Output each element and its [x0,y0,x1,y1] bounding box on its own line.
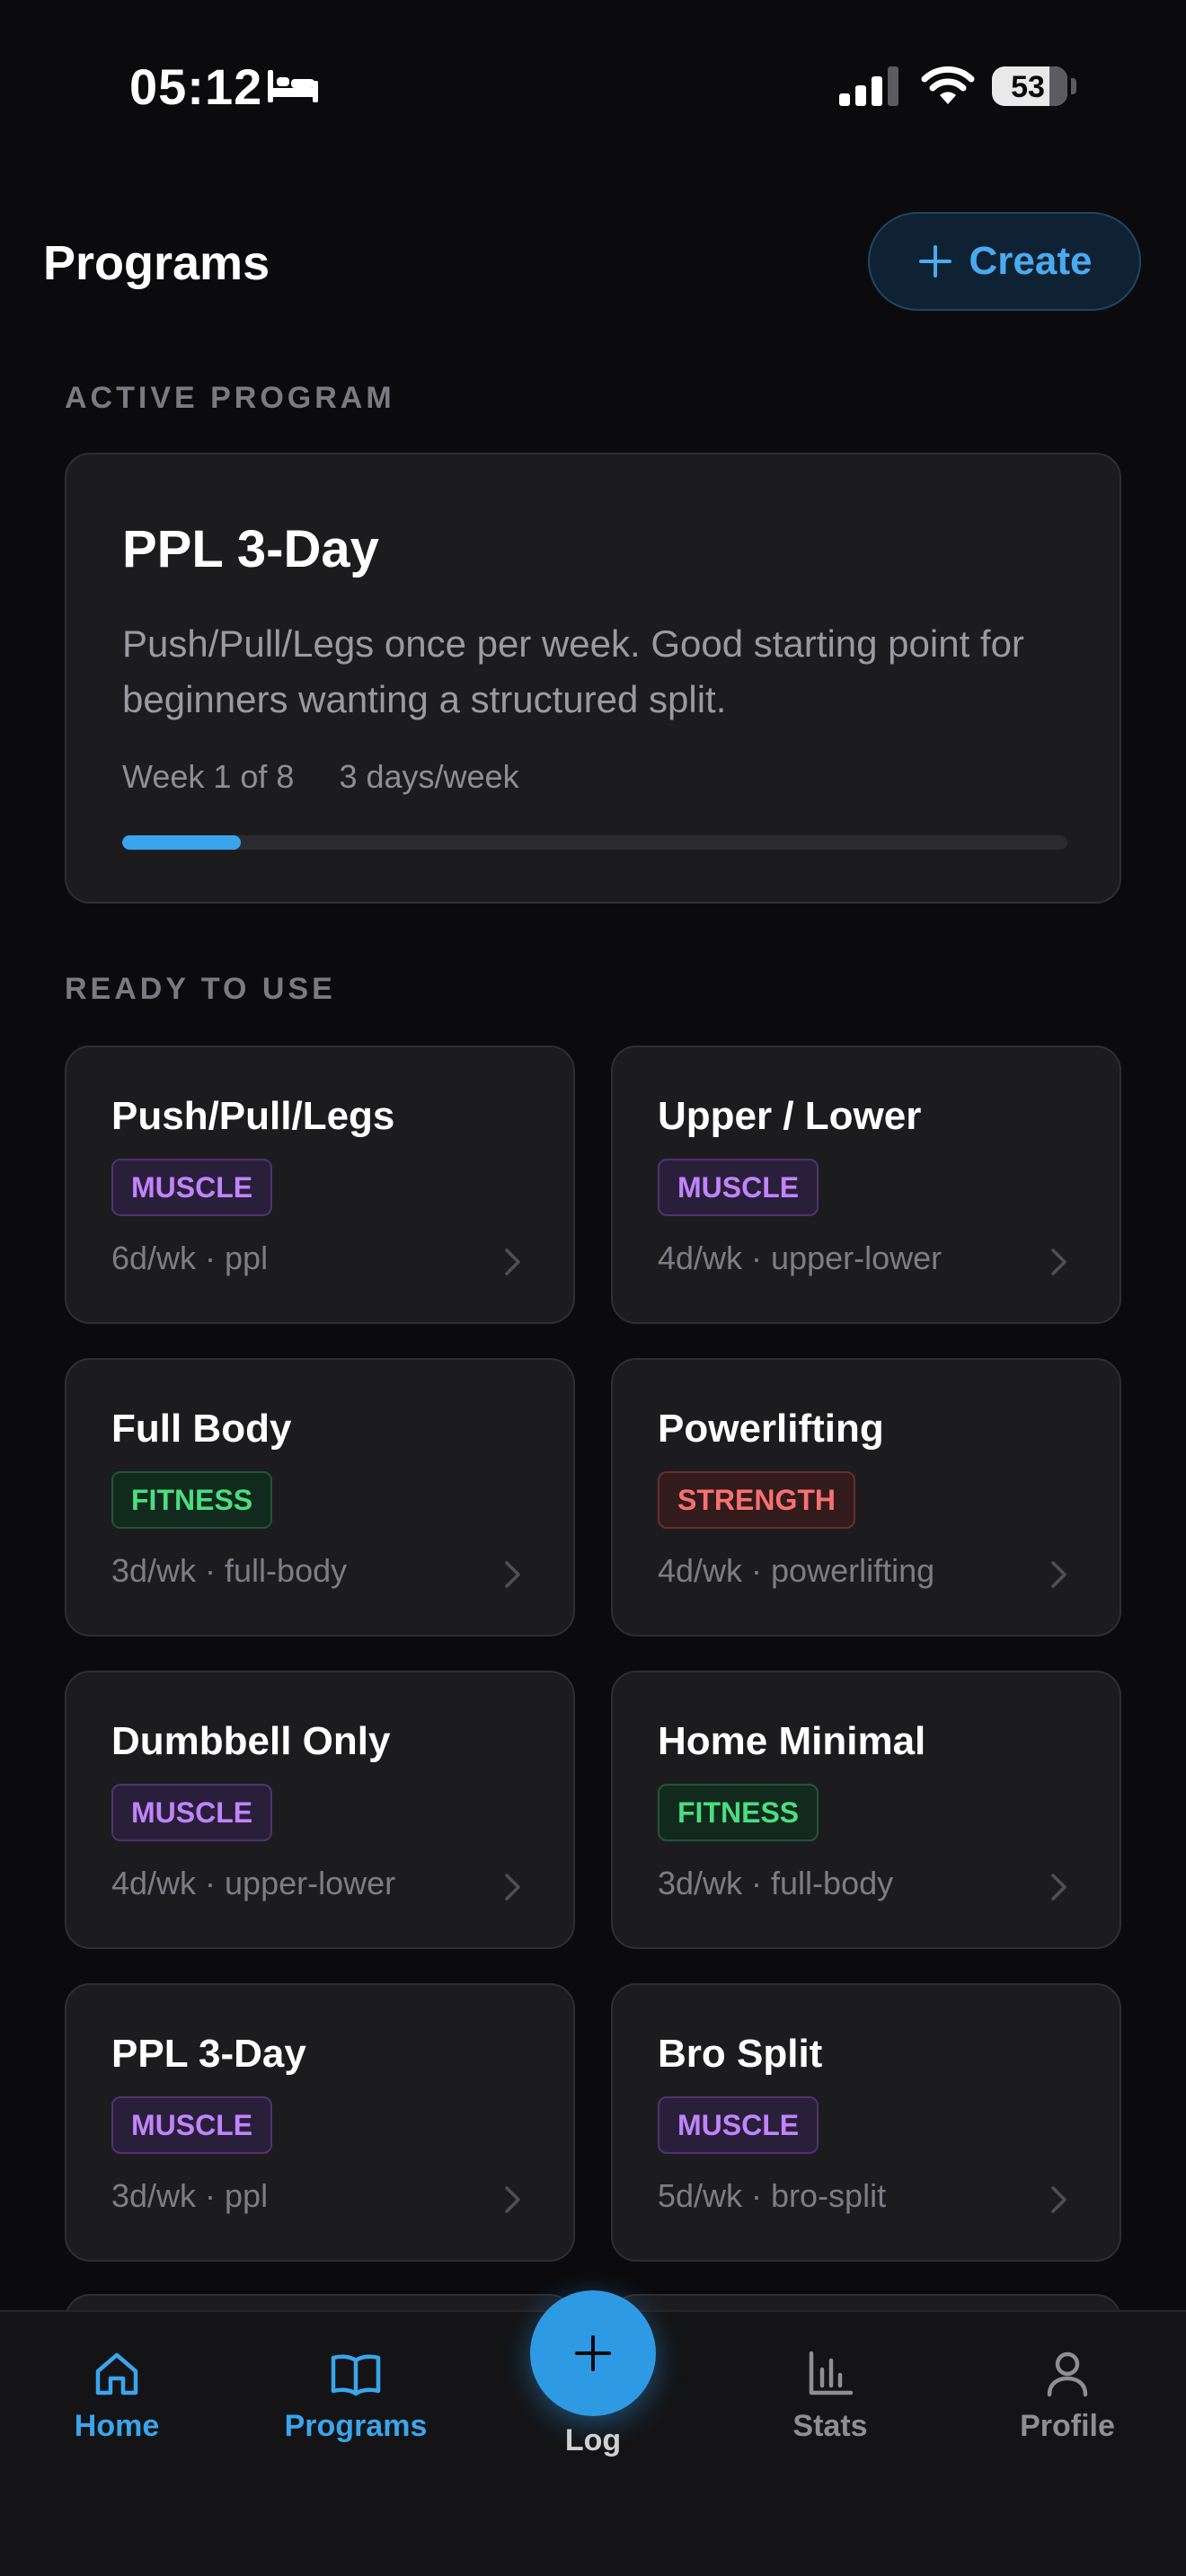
program-category-badge: STRENGTH [658,1471,855,1529]
chevron-right-icon [505,1874,520,1901]
program-card[interactable]: Dumbbell Only MUSCLE 4d/wk · upper-lower [65,1671,575,1949]
program-card[interactable]: Upper / Lower MUSCLE 4d/wk · upper-lower [611,1045,1121,1324]
battery-icon: 53 [992,66,1076,106]
chevron-right-icon [1051,1561,1067,1588]
battery-level: 53 [1011,70,1045,104]
program-meta: 4d/wk · upper-lower [111,1865,396,1901]
tab-profile-label: Profile [1020,2409,1115,2443]
program-category-badge: MUSCLE [111,1784,273,1841]
program-meta: 6d/wk · ppl [111,1239,269,1276]
chevron-right-icon [505,1248,520,1275]
create-program-button[interactable]: Create [868,212,1141,311]
chevron-right-icon [505,2186,520,2213]
program-category-badge: FITNESS [111,1471,273,1529]
program-meta: 3d/wk · full-body [658,1865,894,1901]
home-icon [95,2352,138,2395]
active-program-meta: Week 1 of 8 3 days/week [122,758,519,796]
wifi-icon [921,66,975,104]
program-name: Home Minimal [658,1719,926,1763]
status-bar: 05:12 53 [0,0,1186,171]
program-card[interactable]: Bro Split MUSCLE 5d/wk · bro-split [611,1983,1121,2262]
program-category-badge: MUSCLE [658,2096,819,2154]
active-program-title: PPL 3-Day [122,520,379,578]
program-card[interactable]: Powerlifting STRENGTH 4d/wk · powerlifti… [611,1358,1121,1636]
program-category-badge: MUSCLE [111,2096,273,2154]
program-meta: 3d/wk · full-body [111,1552,348,1589]
program-progress-fill [122,835,241,850]
tab-stats[interactable]: Stats [731,2348,929,2456]
program-card[interactable]: Full Body FITNESS 3d/wk · full-body [65,1358,575,1636]
active-program-description: Push/Pull/Legs once per week. Good start… [122,622,1024,720]
cellular-signal-icon [839,66,898,106]
active-program-frequency: 3 days/week [339,758,519,795]
program-category-badge: MUSCLE [658,1159,819,1216]
program-category-badge: FITNESS [658,1784,819,1841]
bar-chart-icon [809,2351,854,2395]
create-button-label: Create [969,239,1093,283]
tab-home-label: Home [74,2409,160,2443]
active-program-week: Week 1 of 8 [122,758,295,795]
program-card[interactable]: Push/Pull/Legs MUSCLE 6d/wk · ppl [65,1045,575,1324]
program-name: PPL 3-Day [111,2032,306,2076]
page-title: Programs [43,236,270,290]
tab-log-label: Log [564,2423,622,2457]
program-meta: 3d/wk · ppl [111,2177,269,2214]
program-progress-bar [122,835,1067,850]
plus-icon [575,2335,611,2371]
user-icon [1047,2351,1088,2397]
program-meta: 4d/wk · upper-lower [658,1239,943,1276]
chevron-right-icon [1051,2186,1067,2213]
program-name: Full Body [111,1407,292,1451]
tab-profile[interactable]: Profile [969,2348,1166,2456]
plus-icon [918,245,951,278]
active-program-section-label: ACTIVE PROGRAM [65,381,395,415]
bed-icon [268,70,318,102]
program-name: Powerlifting [658,1407,884,1451]
program-name: Upper / Lower [658,1094,922,1138]
program-meta: 4d/wk · powerlifting [658,1552,935,1589]
tab-home[interactable]: Home [18,2348,216,2456]
ready-to-use-section-label: READY TO USE [65,972,336,1006]
status-time: 05:12 [129,58,263,115]
tab-stats-label: Stats [792,2409,868,2443]
program-category-badge: MUSCLE [111,1159,273,1216]
program-meta: 5d/wk · bro-split [658,2177,887,2214]
chevron-right-icon [505,1561,520,1588]
chevron-right-icon [1051,1874,1067,1901]
program-card[interactable]: PPL 3-Day MUSCLE 3d/wk · ppl [65,1983,575,2262]
log-workout-button[interactable] [530,2290,656,2416]
programs-screen: 05:12 53 Programs Create ACTIVE PROGRAM … [0,0,1186,2576]
program-name: Bro Split [658,2032,823,2076]
program-name: Dumbbell Only [111,1719,391,1763]
book-icon [331,2354,381,2396]
chevron-right-icon [1051,1248,1067,1275]
program-name: Push/Pull/Legs [111,1094,395,1138]
program-card[interactable]: Home Minimal FITNESS 3d/wk · full-body [611,1671,1121,1949]
active-program-card[interactable]: PPL 3-Day Push/Pull/Legs once per week. … [65,453,1121,904]
tab-programs-label: Programs [284,2409,428,2443]
tab-programs[interactable]: Programs [257,2348,455,2456]
